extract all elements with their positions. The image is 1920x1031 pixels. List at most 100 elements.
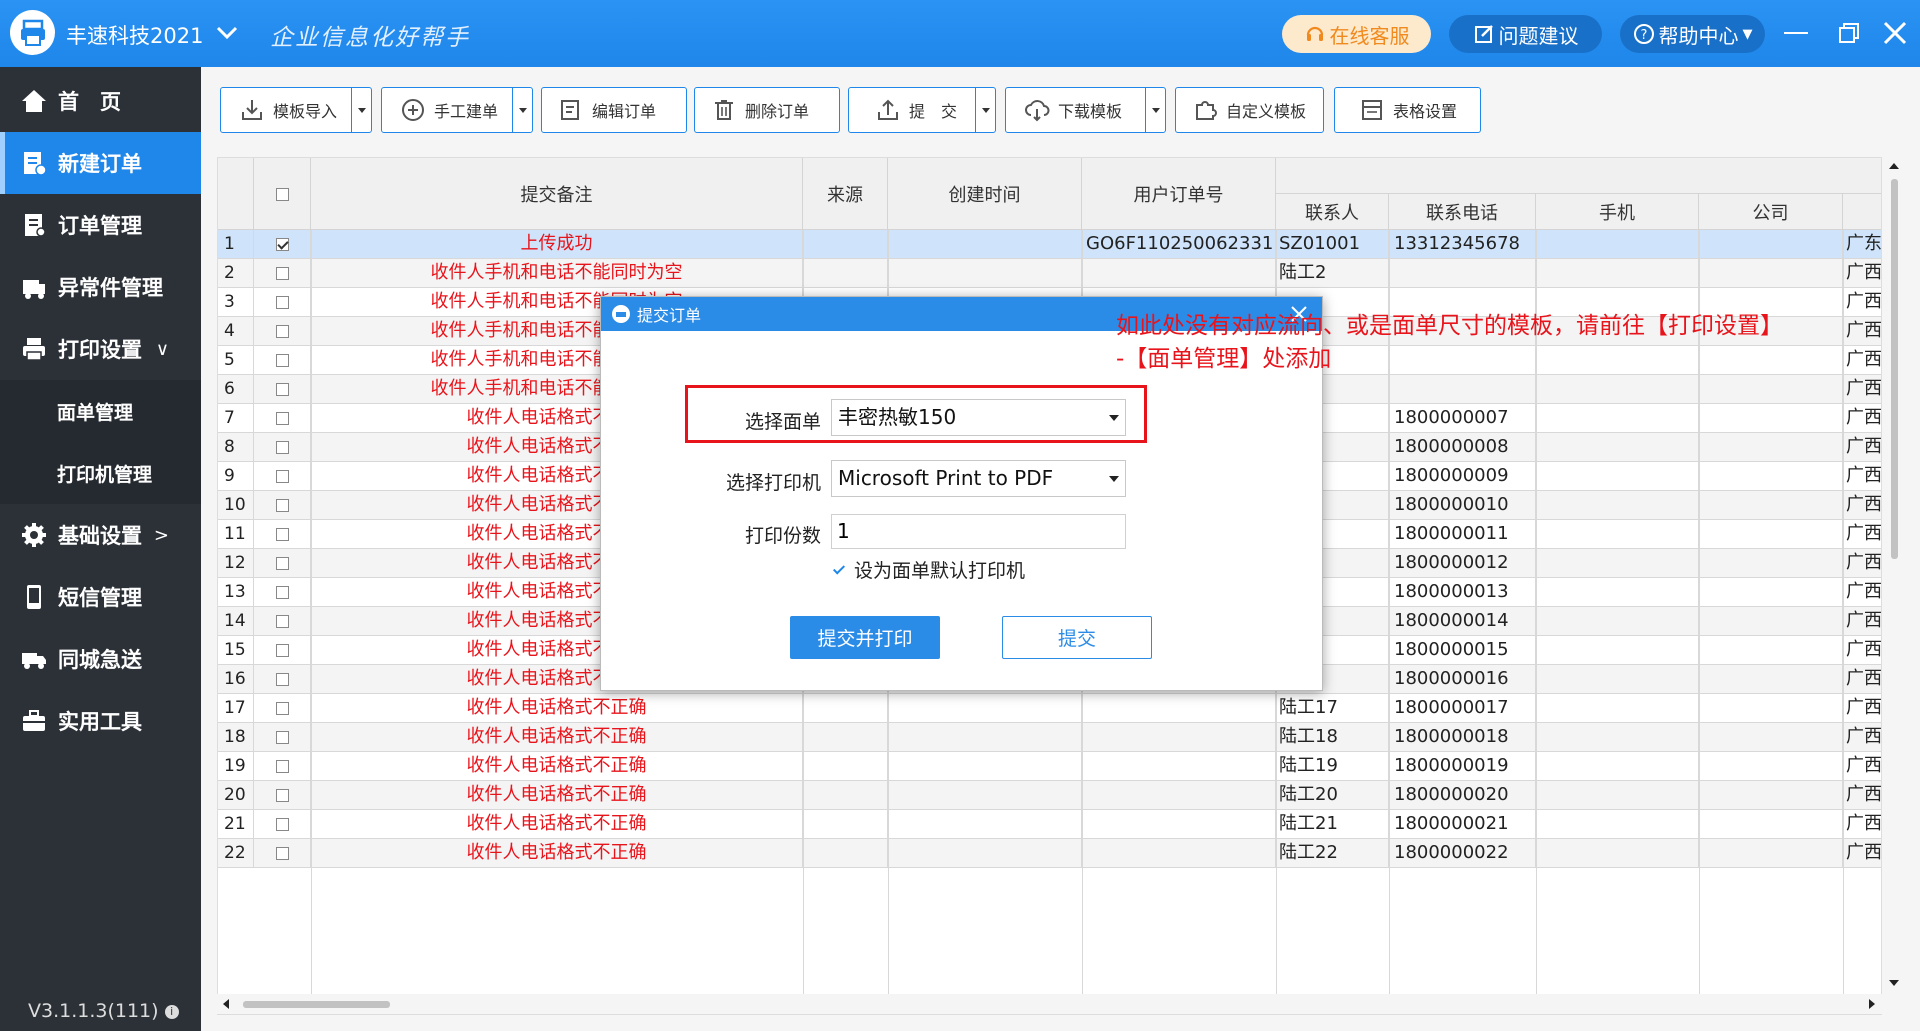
address-cell[interactable]: 广西 [1843, 607, 1881, 635]
row-number[interactable]: 18 [218, 723, 254, 751]
row-checkbox[interactable] [275, 846, 289, 860]
table-settings-button[interactable]: 表格设置 [1334, 87, 1481, 133]
column-header-mobile[interactable]: 手机 [1536, 194, 1699, 230]
sidebar-item-basic-settings[interactable]: 基础设置 > [0, 504, 201, 566]
row-checkbox[interactable] [275, 643, 289, 657]
sidebar-item-sms[interactable]: 短信管理 [0, 566, 201, 628]
phone-cell[interactable]: 1800000013 [1389, 578, 1536, 606]
phone-cell[interactable]: 1800000022 [1389, 839, 1536, 867]
source-cell[interactable] [803, 259, 888, 287]
phone-cell[interactable]: 1800000010 [1389, 491, 1536, 519]
submit-dropdown-button[interactable] [975, 88, 995, 132]
row-number[interactable]: 20 [218, 781, 254, 809]
source-cell[interactable] [803, 694, 888, 722]
column-header-company[interactable]: 公司 [1699, 194, 1843, 230]
table-row[interactable]: 22 收件人电话格式不正确 陆工22 1800000022 广西 [218, 839, 1881, 868]
table-row[interactable]: 19 收件人电话格式不正确 陆工19 1800000019 广西 [218, 752, 1881, 781]
created-cell[interactable] [888, 810, 1082, 838]
company-cell[interactable] [1699, 549, 1843, 577]
row-checkbox-cell[interactable] [254, 346, 311, 374]
row-checkbox[interactable] [275, 411, 289, 425]
created-cell[interactable] [888, 752, 1082, 780]
default-printer-checkbox[interactable]: 设为面单默认打印机 [832, 556, 1025, 583]
feedback-button[interactable]: 问题建议 [1449, 15, 1602, 53]
user-order-no-cell[interactable]: GO6F110250062331 [1082, 230, 1276, 258]
row-checkbox[interactable] [275, 498, 289, 512]
phone-cell[interactable]: 1800000011 [1389, 520, 1536, 548]
row-checkbox-cell[interactable] [254, 288, 311, 316]
row-checkbox-cell[interactable] [254, 752, 311, 780]
phone-cell[interactable]: 1800000020 [1389, 781, 1536, 809]
row-checkbox-cell[interactable] [254, 781, 311, 809]
row-checkbox[interactable] [275, 556, 289, 570]
address-cell[interactable]: 广西 [1843, 404, 1881, 432]
row-number[interactable]: 12 [218, 549, 254, 577]
mobile-cell[interactable] [1536, 375, 1699, 403]
row-checkbox-cell[interactable] [254, 317, 311, 345]
mobile-cell[interactable] [1536, 433, 1699, 461]
horizontal-scrollbar[interactable] [217, 994, 1882, 1014]
mobile-cell[interactable] [1536, 578, 1699, 606]
row-number[interactable]: 14 [218, 607, 254, 635]
restore-icon[interactable] [1834, 18, 1864, 48]
table-row[interactable]: 17 收件人电话格式不正确 陆工17 1800000017 广西 [218, 694, 1881, 723]
row-checkbox-cell[interactable] [254, 723, 311, 751]
mobile-cell[interactable] [1536, 752, 1699, 780]
mobile-cell[interactable] [1536, 781, 1699, 809]
row-checkbox[interactable] [275, 382, 289, 396]
import-template-button[interactable]: 模板导入 [220, 87, 372, 133]
source-cell[interactable] [803, 723, 888, 751]
help-center-button[interactable]: ? 帮助中心 ▼ [1620, 15, 1765, 53]
phone-cell[interactable] [1389, 259, 1536, 287]
row-checkbox[interactable] [275, 440, 289, 454]
minimize-icon[interactable] [1781, 18, 1811, 48]
created-cell[interactable] [888, 839, 1082, 867]
row-number[interactable]: 5 [218, 346, 254, 374]
row-checkbox-cell[interactable] [254, 549, 311, 577]
sidebar-item-waybill-manage[interactable]: 面单管理 [0, 380, 201, 442]
contact-cell[interactable]: 陆工22 [1276, 839, 1389, 867]
manual-dropdown-button[interactable] [512, 88, 532, 132]
row-checkbox-cell[interactable] [254, 491, 311, 519]
note-cell[interactable]: 上传成功 [311, 230, 803, 258]
mobile-cell[interactable] [1536, 520, 1699, 548]
company-cell[interactable] [1699, 433, 1843, 461]
contact-cell[interactable]: 陆工2 [1276, 259, 1389, 287]
phone-cell[interactable]: 1800000017 [1389, 694, 1536, 722]
address-cell[interactable]: 广东 [1843, 230, 1881, 258]
row-checkbox-cell[interactable] [254, 636, 311, 664]
phone-cell[interactable]: 1800000007 [1389, 404, 1536, 432]
row-checkbox[interactable] [275, 585, 289, 599]
note-cell[interactable]: 收件人电话格式不正确 [311, 752, 803, 780]
select-all-checkbox[interactable] [275, 187, 289, 201]
row-checkbox[interactable] [275, 237, 289, 251]
user-order-no-cell[interactable] [1082, 259, 1276, 287]
submit-and-print-button[interactable]: 提交并打印 [790, 616, 940, 659]
contact-cell[interactable]: 陆工17 [1276, 694, 1389, 722]
copies-input[interactable]: 1 [831, 514, 1126, 549]
table-row[interactable]: 20 收件人电话格式不正确 陆工20 1800000020 广西 [218, 781, 1881, 810]
row-number[interactable]: 22 [218, 839, 254, 867]
row-number[interactable]: 16 [218, 665, 254, 693]
created-cell[interactable] [888, 723, 1082, 751]
created-cell[interactable] [888, 781, 1082, 809]
row-number[interactable]: 9 [218, 462, 254, 490]
source-cell[interactable] [803, 752, 888, 780]
row-number[interactable]: 10 [218, 491, 254, 519]
source-cell[interactable] [803, 839, 888, 867]
mobile-cell[interactable] [1536, 636, 1699, 664]
address-cell[interactable]: 广西 [1843, 462, 1881, 490]
row-checkbox-cell[interactable] [254, 520, 311, 548]
row-number[interactable]: 21 [218, 810, 254, 838]
row-checkbox[interactable] [275, 817, 289, 831]
phone-cell[interactable]: 1800000018 [1389, 723, 1536, 751]
address-cell[interactable]: 广西 [1843, 810, 1881, 838]
user-order-no-cell[interactable] [1082, 839, 1276, 867]
company-cell[interactable] [1699, 752, 1843, 780]
row-number[interactable]: 8 [218, 433, 254, 461]
mobile-cell[interactable] [1536, 694, 1699, 722]
mobile-cell[interactable] [1536, 549, 1699, 577]
mobile-cell[interactable] [1536, 665, 1699, 693]
row-checkbox[interactable] [275, 324, 289, 338]
table-row[interactable]: 1 上传成功 GO6F110250062331 SZ01001 13312345678 广… [218, 230, 1881, 259]
